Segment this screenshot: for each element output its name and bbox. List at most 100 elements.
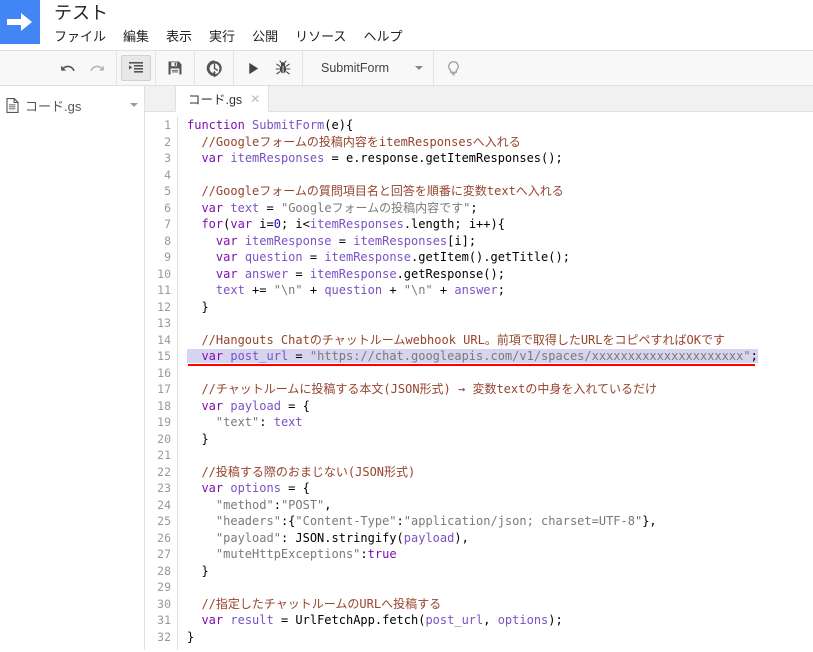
code-line: "muteHttpExceptions":true [215, 547, 397, 561]
line-number: 24 [157, 497, 171, 512]
code-line: var question = itemResponse.getItem().ge… [215, 250, 570, 264]
line-number: 4 [164, 167, 171, 182]
code-line: //Hangouts Chatのチャットルームwebhook URL。前項で取得… [201, 332, 725, 347]
line-number: 6 [164, 200, 171, 215]
function-select-label: SubmitForm [321, 61, 390, 75]
toolbar-group-version [195, 51, 234, 85]
code-line: var payload = { [201, 398, 310, 413]
code-line: "text": text [215, 415, 303, 429]
code-editor[interactable]: 1 2 3 4 5 6 7 8 9 10 11 12 13 14 15 16 1… [145, 112, 813, 650]
toolbar-group-format [117, 51, 156, 85]
line-number: 8 [164, 233, 171, 248]
menubar: ファイル 編集 表示 実行 公開 リソース ヘルプ [54, 26, 419, 48]
line-number: 14 [157, 332, 171, 347]
toolbar: SubmitForm [0, 50, 813, 86]
line-number: 22 [157, 464, 171, 479]
line-number: 19 [157, 415, 171, 429]
line-number: 15 [157, 349, 171, 363]
toolbar-group-hint [434, 51, 472, 85]
code-line: var itemResponses = e.response.getItemRe… [201, 151, 563, 165]
menu-item-resources[interactable]: リソース [295, 26, 355, 48]
code-line: "payload": JSON.stringify(payload), [215, 530, 469, 545]
debug-button[interactable] [268, 55, 298, 81]
code-line: text += "\n" + question + "\n" + answer; [215, 283, 505, 297]
close-icon[interactable]: ✕ [250, 93, 260, 105]
code-line: var itemResponse = itemResponses[i]; [215, 233, 477, 248]
line-number: 10 [157, 266, 171, 281]
code-line: "method":"POST", [215, 497, 332, 512]
line-number: 17 [157, 382, 171, 396]
toolbar-group-function: SubmitForm [303, 51, 435, 85]
code-line: } [187, 629, 195, 644]
file-sidebar: コード.gs [0, 86, 145, 650]
menu-item-publish[interactable]: 公開 [252, 26, 287, 48]
lightbulb-button[interactable] [438, 55, 468, 81]
save-floppy-icon [168, 61, 182, 75]
chevron-down-icon[interactable] [130, 103, 138, 107]
menu-item-edit[interactable]: 編集 [123, 26, 158, 48]
app-header: テスト ファイル 編集 表示 実行 公開 リソース ヘルプ [0, 0, 813, 50]
code-line: //Googleフォームの質問項目名と回答を順番に変数textへ入れる [201, 184, 564, 198]
menu-item-help[interactable]: ヘルプ [363, 26, 411, 48]
menu-item-view[interactable]: 表示 [166, 26, 201, 48]
line-number: 30 [157, 596, 171, 611]
line-number-gutter: 1 2 3 4 5 6 7 8 9 10 11 12 13 14 15 16 1… [145, 117, 178, 650]
line-number: 2 [164, 134, 171, 149]
save-button[interactable] [160, 55, 190, 81]
debug-bug-icon [275, 60, 291, 75]
code-line: //投稿する際のおまじない(JSON形式) [201, 464, 416, 479]
menu-item-file[interactable]: ファイル [54, 26, 115, 48]
code-line: function SubmitForm(e){ [187, 118, 354, 132]
line-number: 29 [157, 580, 171, 594]
title-and-menu: テスト ファイル 編集 表示 実行 公開 リソース ヘルプ [40, 0, 419, 48]
line-number: 26 [157, 530, 171, 545]
code-line: var post_url = "https://chat.googleapis.… [187, 348, 813, 366]
code-line: } [187, 563, 209, 578]
apps-script-logo[interactable] [0, 0, 40, 44]
undo-icon [60, 65, 75, 71]
line-number: 21 [157, 448, 171, 462]
code-line: var answer = itemResponse.getResponse(); [215, 266, 505, 281]
line-number: 7 [164, 217, 171, 231]
code-line: var result = UrlFetchApp.fetch(post_url,… [201, 613, 563, 627]
code-line: } [187, 299, 209, 314]
line-number: 31 [157, 613, 171, 627]
editor-pane: コード.gs ✕ 1 2 3 4 5 6 7 8 9 10 11 12 13 1… [145, 85, 813, 650]
run-play-icon [248, 62, 258, 74]
line-number: 9 [164, 250, 171, 264]
tab-code-gs[interactable]: コード.gs ✕ [175, 85, 270, 112]
version-history-button[interactable] [199, 55, 229, 81]
line-number: 3 [164, 151, 171, 165]
menu-item-run[interactable]: 実行 [209, 26, 244, 48]
code-line: var text = "Googleフォームの投稿内容です"; [201, 200, 478, 215]
redo-button[interactable] [82, 55, 112, 81]
page-title[interactable]: テスト [54, 1, 419, 25]
code-line: //指定したチャットルームのURLへ投稿する [201, 596, 442, 611]
run-button[interactable] [238, 55, 268, 81]
sidebar-item-code-gs[interactable]: コード.gs [0, 92, 144, 118]
apps-script-arrow-icon [7, 13, 32, 31]
code-line: "headers":{"Content-Type":"application/j… [215, 514, 657, 528]
lightbulb-icon [447, 60, 459, 75]
line-number: 20 [157, 431, 171, 446]
code-text[interactable]: function SubmitForm(e){ //Googleフォームの投稿内… [178, 117, 813, 650]
file-document-icon [6, 97, 19, 113]
function-select[interactable]: SubmitForm [307, 51, 429, 85]
redo-icon [89, 65, 104, 71]
toolbar-group-save [156, 51, 195, 85]
chevron-down-icon [415, 66, 424, 70]
line-number: 1 [164, 118, 171, 132]
toolbar-group-history [48, 51, 117, 85]
indent-format-icon [129, 62, 143, 73]
line-number: 5 [164, 184, 171, 198]
line-number: 23 [157, 481, 171, 495]
undo-button[interactable] [52, 55, 82, 81]
line-number: 16 [157, 365, 171, 380]
line-number: 11 [157, 283, 171, 297]
indent-format-button[interactable] [121, 55, 151, 81]
toolbar-group-execute [234, 51, 303, 85]
line-number: 28 [157, 563, 171, 578]
